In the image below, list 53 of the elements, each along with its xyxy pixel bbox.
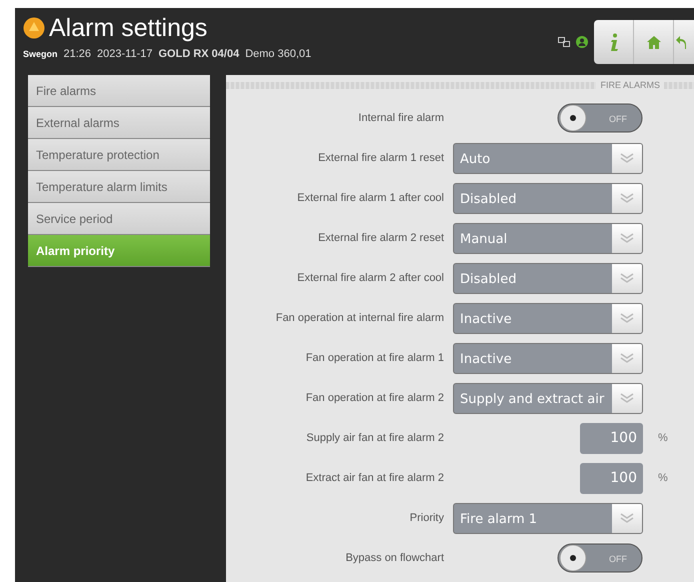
section-title: FIRE ALARMS [600, 80, 660, 90]
site-name: Demo 360,01 [245, 48, 312, 60]
setting-label: Fan operation at fire alarm 1 [304, 352, 444, 364]
back-arrow-icon [674, 34, 686, 50]
setting-label: External fire alarm 2 reset [317, 232, 444, 244]
chevron-icon [620, 193, 634, 203]
chevron-icon [620, 273, 634, 283]
setting-label: Fan operation at internal fire alarm [274, 312, 444, 324]
chevron-icon [620, 393, 634, 403]
dropdown[interactable]: Supply and extract air [453, 382, 643, 414]
home-icon [646, 36, 660, 48]
user-icon [576, 36, 588, 48]
dropdown[interactable]: Disabled [453, 262, 643, 294]
toggle-switch[interactable]: OFF [557, 103, 643, 133]
dropdown[interactable]: Manual [453, 222, 643, 254]
setting-label: Supply air fan at fire alarm 2 [305, 432, 444, 444]
dropdown[interactable]: Inactive [453, 342, 643, 374]
setting-label: Internal fire alarm [357, 112, 444, 124]
chevron-icon [620, 313, 634, 323]
dropdown[interactable]: Auto [453, 142, 643, 174]
setting-label: External fire alarm 1 after cool [296, 192, 444, 204]
unit-name: GOLD RX 04/04 [158, 48, 240, 60]
unit-label: % [658, 472, 669, 484]
setting-label: Bypass on flowchart [344, 552, 444, 564]
dropdown[interactable]: Disabled [453, 182, 643, 214]
dropdown[interactable]: Fire alarm 1 [453, 502, 643, 534]
date-text: 2023-11-17 [97, 48, 152, 60]
info-icon [610, 33, 618, 51]
toggle-switch[interactable]: OFF [557, 543, 643, 573]
setting-label: Priority [408, 512, 444, 524]
page-title: Alarm settings [49, 14, 208, 42]
sidebar-item[interactable]: Fire alarms [28, 75, 210, 107]
setting-label: External fire alarm 2 after cool [296, 272, 444, 284]
dropdown[interactable]: Inactive [453, 302, 643, 334]
setting-label: Extract air fan at fire alarm 2 [304, 472, 444, 484]
chevron-icon [620, 233, 634, 243]
sidebar-item[interactable]: Alarm priority [28, 235, 210, 267]
network-icon [558, 37, 570, 47]
sidebar-item[interactable]: Service period [28, 203, 210, 235]
chevron-icon [620, 513, 634, 523]
setting-label: Fan operation at fire alarm 2 [304, 392, 444, 404]
alarm-icon [23, 17, 45, 39]
sidebar-item[interactable]: Temperature protection [28, 139, 210, 171]
time-text: 21:26 [64, 48, 92, 60]
brand-logo: Swegon [23, 49, 58, 59]
unit-label: % [658, 432, 669, 444]
chevron-icon [620, 353, 634, 363]
sidebar-item[interactable]: External alarms [28, 107, 210, 139]
number-field[interactable]: 100 [580, 422, 643, 454]
setting-label: External fire alarm 1 reset [317, 152, 444, 164]
number-field[interactable]: 100 [580, 462, 643, 494]
sidebar-item[interactable]: Temperature alarm limits [28, 171, 210, 203]
chevron-icon [620, 153, 634, 163]
